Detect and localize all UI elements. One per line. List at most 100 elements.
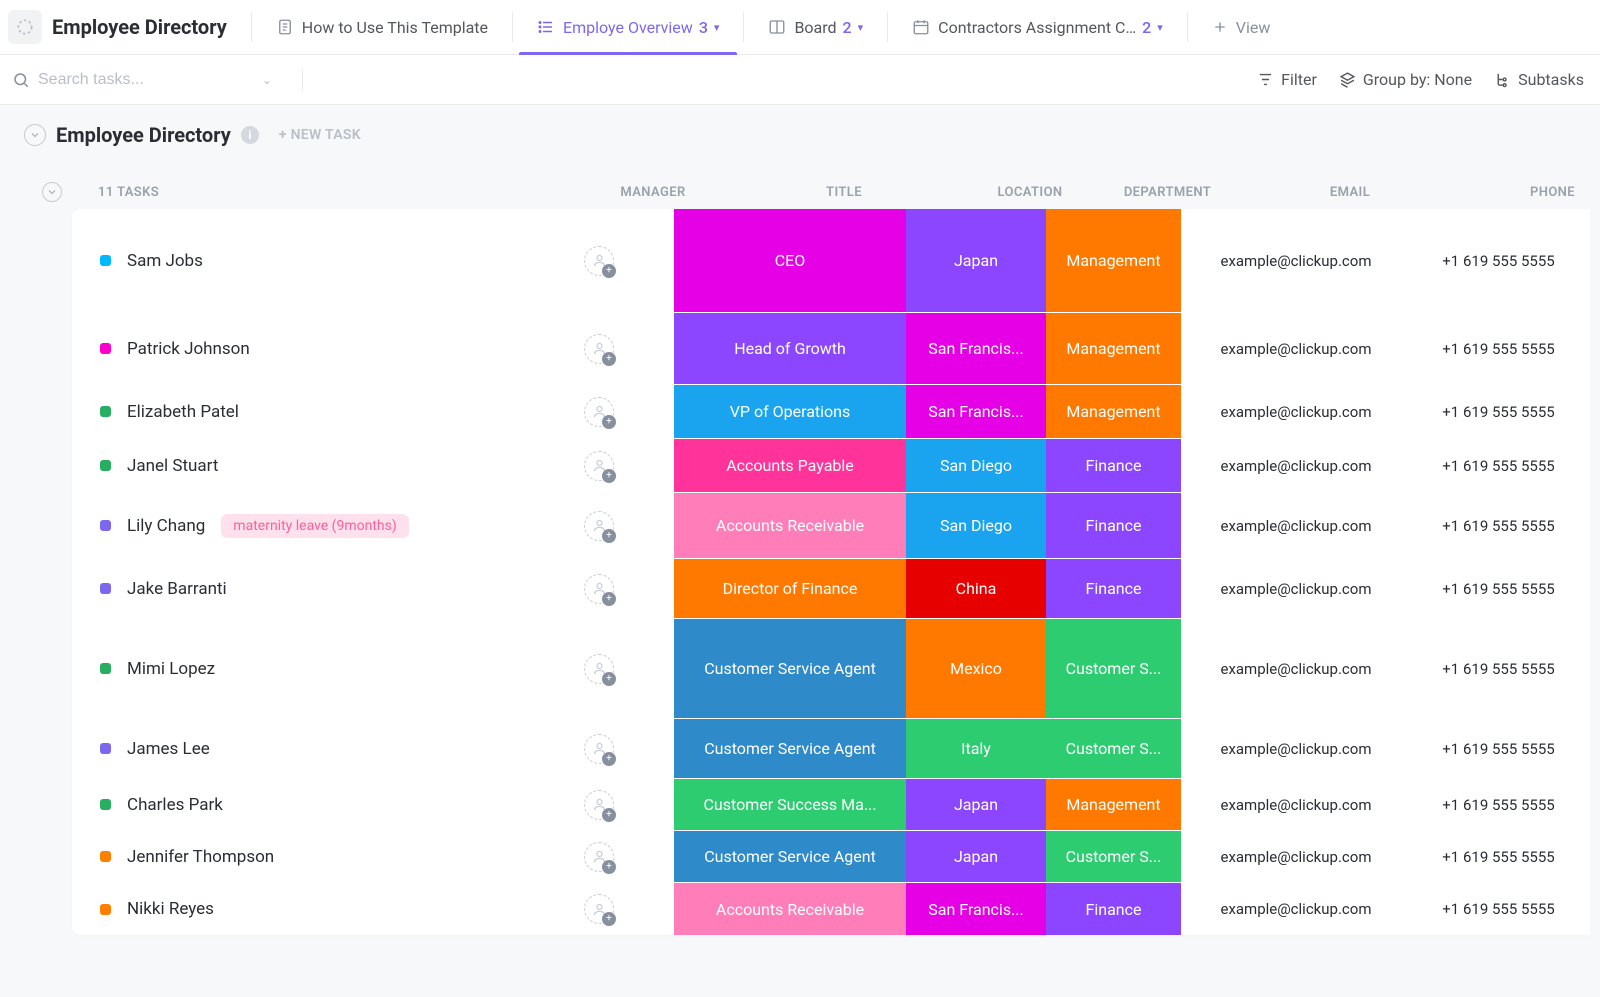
status-square[interactable]	[100, 406, 111, 417]
employee-name[interactable]: Lily Chang	[127, 516, 205, 536]
status-tag[interactable]: maternity leave (9months)	[221, 514, 408, 538]
status-square[interactable]	[100, 583, 111, 594]
collapse-all-button[interactable]	[42, 182, 62, 202]
add-view-button[interactable]: View	[1194, 18, 1289, 37]
collapse-group-button[interactable]	[24, 124, 46, 146]
column-header-title[interactable]: TITLE	[728, 185, 960, 200]
employee-name[interactable]: Jennifer Thompson	[127, 847, 274, 867]
location-cell[interactable]: San Francis...	[906, 385, 1046, 438]
location-cell[interactable]: China	[906, 559, 1046, 618]
assign-manager-button[interactable]: +	[584, 790, 614, 820]
table-row[interactable]: Charles Park+Customer Success Ma...Japan…	[72, 779, 1590, 831]
title-cell[interactable]: Customer Service Agent	[674, 831, 906, 882]
employee-name[interactable]: Nikki Reyes	[127, 899, 214, 919]
assign-manager-button[interactable]: +	[584, 511, 614, 541]
department-cell[interactable]: Finance	[1046, 883, 1181, 935]
phone-cell[interactable]: +1 619 555 5555	[1411, 559, 1586, 618]
column-header-location[interactable]: LOCATION	[960, 185, 1100, 200]
email-cell[interactable]: example@clickup.com	[1181, 779, 1411, 830]
title-cell[interactable]: Accounts Payable	[674, 439, 906, 492]
email-cell[interactable]: example@clickup.com	[1181, 209, 1411, 312]
table-row[interactable]: Nikki Reyes + Accounts ReceivableSan Franc…	[72, 883, 1590, 935]
phone-cell[interactable]: +1 619 555 5555	[1411, 719, 1586, 778]
status-square[interactable]	[100, 663, 111, 674]
phone-cell[interactable]: +1 619 555 5555	[1411, 831, 1586, 882]
phone-cell[interactable]: +1 619 555 5555	[1411, 493, 1586, 558]
assign-manager-button[interactable]: +	[584, 451, 614, 481]
new-task-button[interactable]: + NEW TASK	[279, 127, 361, 143]
assign-manager-button[interactable]: +	[584, 894, 614, 924]
department-cell[interactable]: Management	[1046, 313, 1181, 384]
phone-cell[interactable]: +1 619 555 5555	[1411, 619, 1586, 718]
title-cell[interactable]: Customer Service Agent	[674, 719, 906, 778]
department-cell[interactable]: Customer S...	[1046, 719, 1181, 778]
title-cell[interactable]: VP of Operations	[674, 385, 906, 438]
employee-name[interactable]: Janel Stuart	[127, 456, 218, 476]
phone-cell[interactable]: +1 619 555 5555	[1411, 779, 1586, 830]
department-cell[interactable]: Management	[1046, 209, 1181, 312]
phone-cell[interactable]: +1 619 555 5555	[1411, 209, 1586, 312]
status-square[interactable]	[100, 743, 111, 754]
workspace-logo[interactable]	[8, 10, 42, 44]
email-cell[interactable]: example@clickup.com	[1181, 559, 1411, 618]
status-square[interactable]	[100, 520, 111, 531]
search-input[interactable]	[38, 71, 238, 89]
assign-manager-button[interactable]: +	[584, 246, 614, 276]
employee-name[interactable]: Jake Barranti	[127, 579, 227, 599]
location-cell[interactable]: San Diego	[906, 439, 1046, 492]
table-row[interactable]: Mimi Lopez+Customer Service AgentMexicoC…	[72, 619, 1590, 719]
email-cell[interactable]: example@clickup.com	[1181, 619, 1411, 718]
status-square[interactable]	[100, 343, 111, 354]
column-header-department[interactable]: DEPARTMENT	[1100, 185, 1235, 200]
table-row[interactable]: James Lee+Customer Service AgentItalyCus…	[72, 719, 1590, 779]
subtasks-button[interactable]: Subtasks	[1490, 70, 1588, 89]
column-header-email[interactable]: EMAIL	[1235, 185, 1465, 200]
title-cell[interactable]: Accounts Receivable	[674, 883, 906, 935]
table-row[interactable]: Jennifer Thompson+Customer Service Agent…	[72, 831, 1590, 883]
status-square[interactable]	[100, 851, 111, 862]
location-cell[interactable]: San Francis...	[906, 313, 1046, 384]
title-cell[interactable]: Director of Finance	[674, 559, 906, 618]
department-cell[interactable]: Management	[1046, 385, 1181, 438]
assign-manager-button[interactable]: +	[584, 397, 614, 427]
employee-name[interactable]: Elizabeth Patel	[127, 402, 239, 422]
search-dropdown-chevron[interactable]: ⌄	[262, 73, 272, 87]
employee-name[interactable]: Patrick Johnson	[127, 339, 250, 359]
assign-manager-button[interactable]: +	[584, 734, 614, 764]
status-square[interactable]	[100, 904, 111, 915]
email-cell[interactable]: example@clickup.com	[1181, 883, 1411, 935]
assign-manager-button[interactable]: +	[584, 574, 614, 604]
title-cell[interactable]: CEO	[674, 209, 906, 312]
status-square[interactable]	[100, 799, 111, 810]
groupby-button[interactable]: Group by: None	[1335, 70, 1476, 89]
phone-cell[interactable]: +1 619 555 5555	[1411, 385, 1586, 438]
location-cell[interactable]: Japan	[906, 209, 1046, 312]
email-cell[interactable]: example@clickup.com	[1181, 719, 1411, 778]
department-cell[interactable]: Finance	[1046, 493, 1181, 558]
tab-how-to-use[interactable]: How to Use This Template	[258, 0, 506, 55]
email-cell[interactable]: example@clickup.com	[1181, 385, 1411, 438]
department-cell[interactable]: Customer S...	[1046, 619, 1181, 718]
table-row[interactable]: Elizabeth Patel + VP of OperationsSan Fran…	[72, 385, 1590, 439]
email-cell[interactable]: example@clickup.com	[1181, 313, 1411, 384]
tab-employee-overview[interactable]: Employe Overview 3 ▾	[519, 0, 737, 55]
title-cell[interactable]: Head of Growth	[674, 313, 906, 384]
email-cell[interactable]: example@clickup.com	[1181, 831, 1411, 882]
department-cell[interactable]: Finance	[1046, 439, 1181, 492]
location-cell[interactable]: Japan	[906, 779, 1046, 830]
filter-button[interactable]: Filter	[1253, 70, 1321, 89]
phone-cell[interactable]: +1 619 555 5555	[1411, 313, 1586, 384]
title-cell[interactable]: Customer Service Agent	[674, 619, 906, 718]
title-cell[interactable]: Accounts Receivable	[674, 493, 906, 558]
tab-contractors[interactable]: Contractors Assignment C… 2 ▾	[894, 0, 1181, 55]
assign-manager-button[interactable]: +	[584, 654, 614, 684]
table-row[interactable]: Sam Jobs + CEOJapanManagementexample@click…	[72, 209, 1590, 313]
employee-name[interactable]: Sam Jobs	[127, 251, 203, 271]
phone-cell[interactable]: +1 619 555 5555	[1411, 883, 1586, 935]
location-cell[interactable]: San Francis...	[906, 883, 1046, 935]
assign-manager-button[interactable]: +	[584, 334, 614, 364]
location-cell[interactable]: Italy	[906, 719, 1046, 778]
title-cell[interactable]: Customer Success Ma...	[674, 779, 906, 830]
phone-cell[interactable]: +1 619 555 5555	[1411, 439, 1586, 492]
employee-name[interactable]: Mimi Lopez	[127, 659, 215, 679]
